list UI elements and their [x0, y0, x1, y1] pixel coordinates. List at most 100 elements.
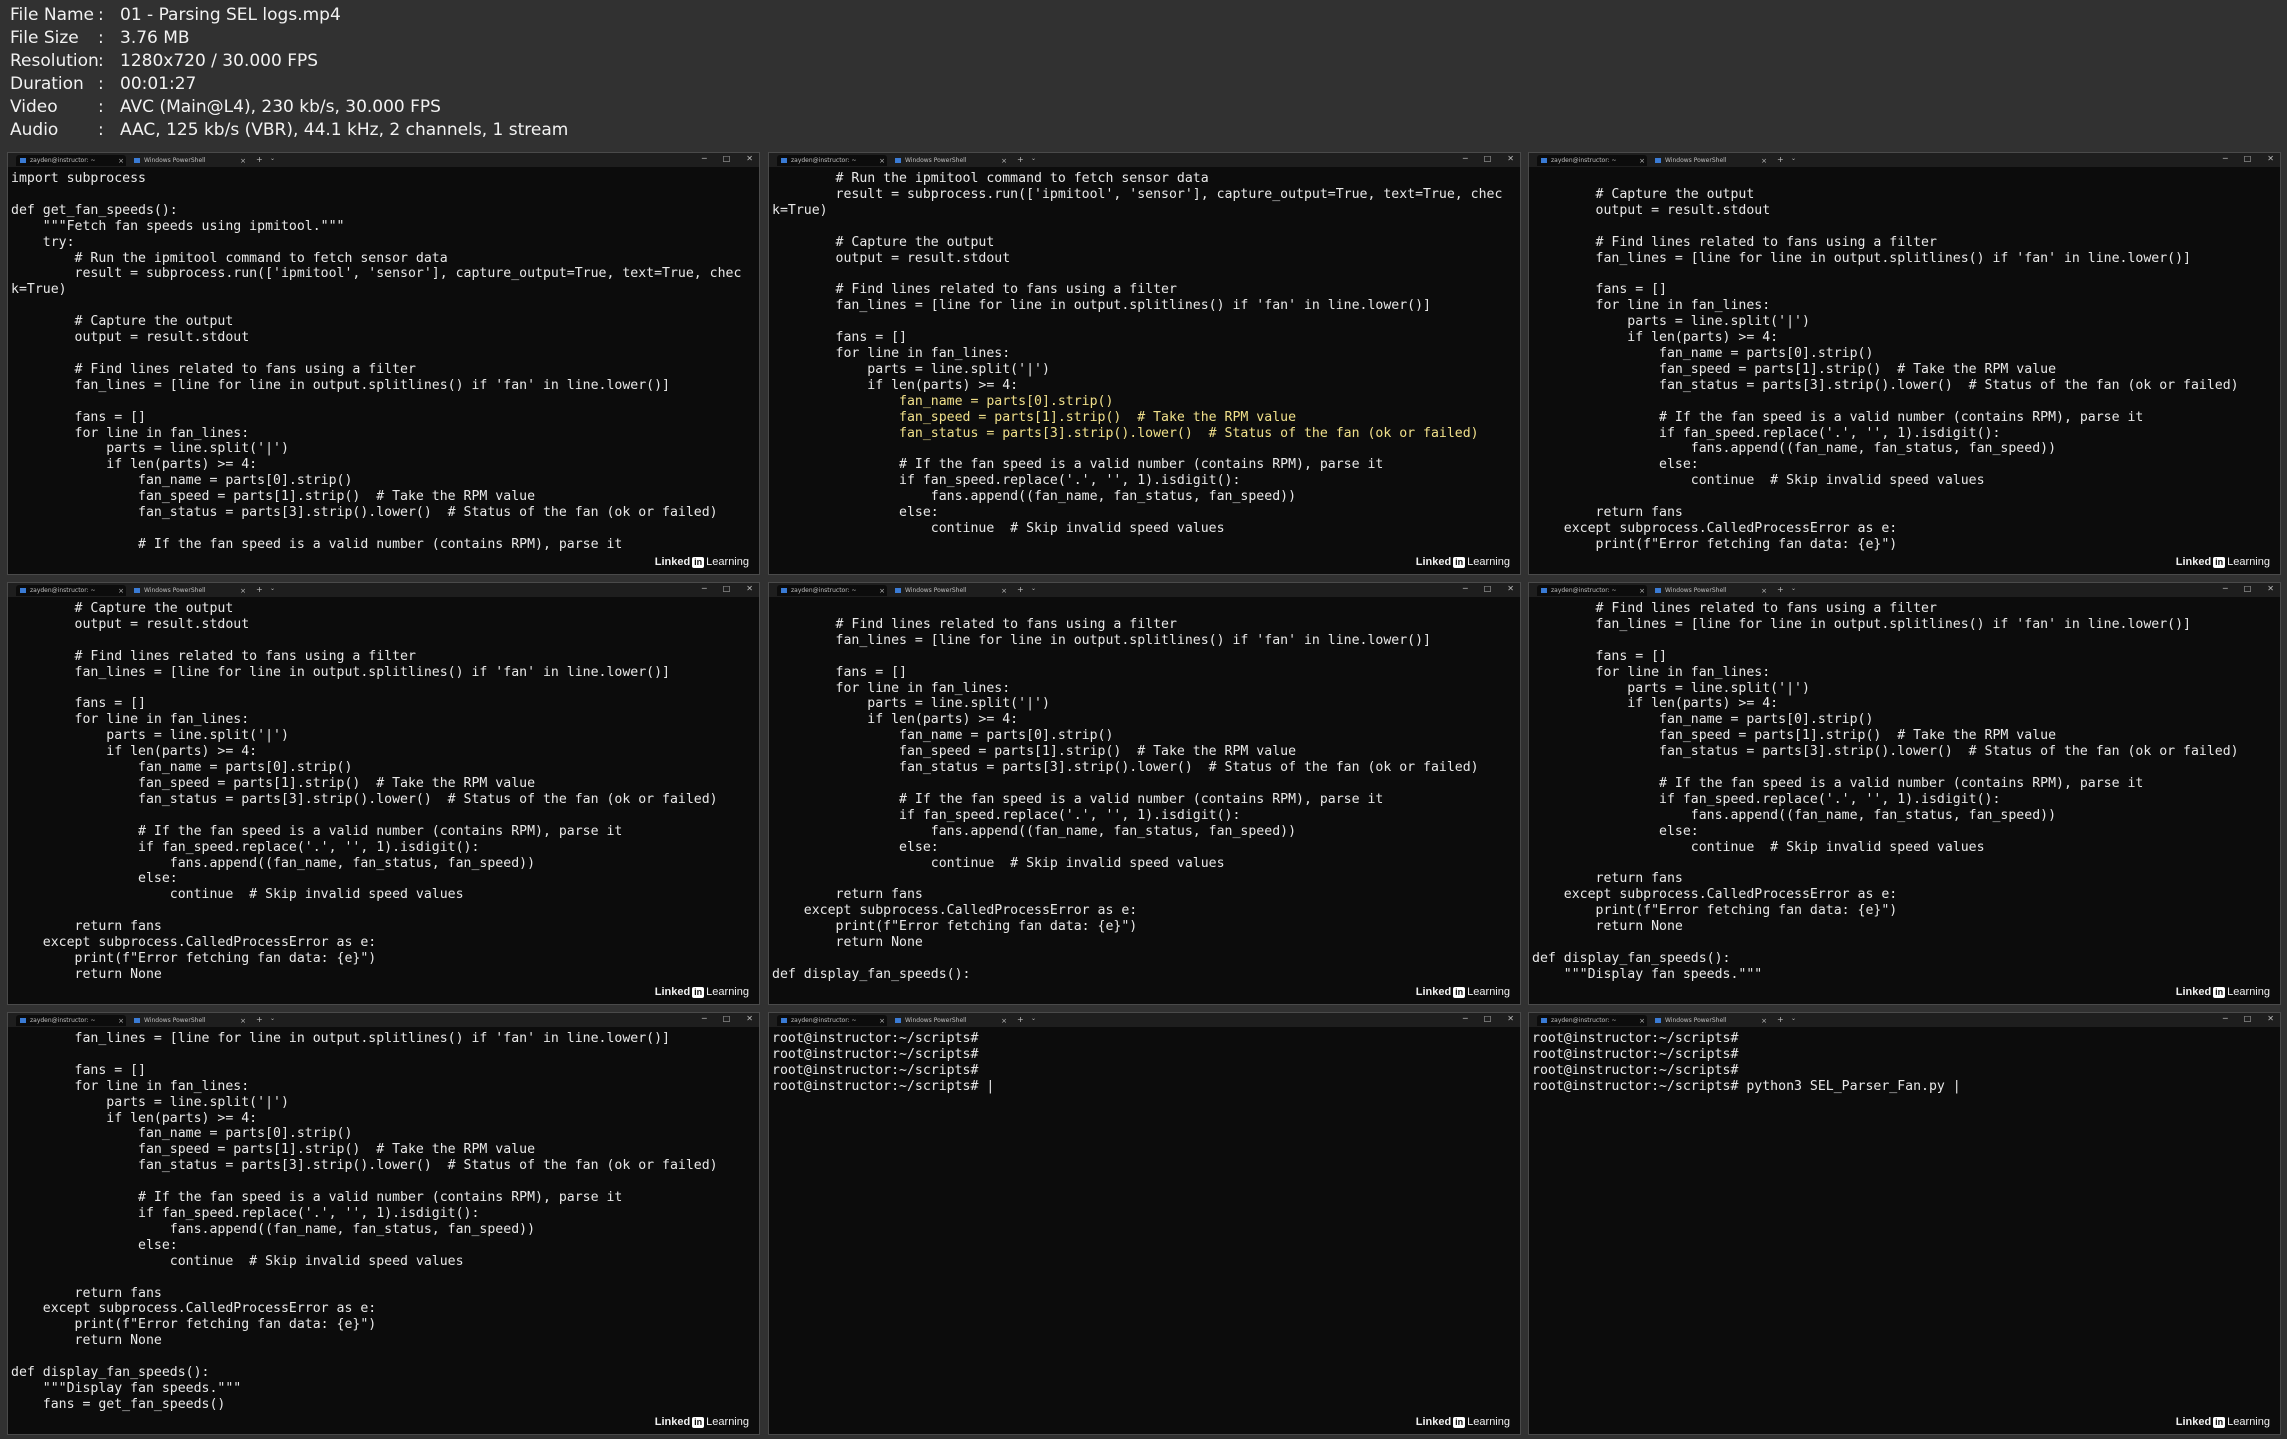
- tab-ubuntu[interactable]: zayden@instructor: ~ ×: [777, 585, 887, 596]
- tab-powershell[interactable]: Windows PowerShell ×: [1651, 155, 1769, 166]
- minimize-icon[interactable]: ─: [702, 1014, 707, 1023]
- new-tab-icon[interactable]: +: [1017, 585, 1024, 594]
- tab-close-icon[interactable]: ×: [877, 1017, 887, 1025]
- maximize-icon[interactable]: □: [1484, 584, 1492, 593]
- tab-dropdown-icon[interactable]: ⌄: [270, 585, 275, 592]
- tab-close-icon[interactable]: ×: [877, 157, 887, 165]
- maximize-icon[interactable]: □: [723, 1014, 731, 1023]
- maximize-icon[interactable]: □: [2244, 1014, 2252, 1023]
- tab-dropdown-icon[interactable]: ⌄: [270, 1015, 275, 1022]
- new-tab-icon[interactable]: +: [1017, 1015, 1024, 1024]
- minimize-icon[interactable]: ─: [2223, 154, 2228, 163]
- window-close-icon[interactable]: ✕: [1507, 1014, 1514, 1023]
- minimize-icon[interactable]: ─: [702, 154, 707, 163]
- terminal-output[interactable]: # Find lines related to fans using a fil…: [769, 597, 1520, 983]
- tab-dropdown-icon[interactable]: ⌄: [1791, 1015, 1796, 1022]
- new-tab-icon[interactable]: +: [1777, 585, 1784, 594]
- terminal-output[interactable]: import subprocess def get_fan_speeds(): …: [8, 167, 759, 553]
- maximize-icon[interactable]: □: [2244, 154, 2252, 163]
- terminal-output[interactable]: # Capture the output output = result.std…: [8, 597, 759, 983]
- new-tab-icon[interactable]: +: [256, 1015, 263, 1024]
- maximize-icon[interactable]: □: [1484, 1014, 1492, 1023]
- code-line: if len(parts) >= 4:: [1532, 696, 1779, 712]
- tab-dropdown-icon[interactable]: ⌄: [1791, 155, 1796, 162]
- tab-powershell[interactable]: Windows PowerShell ×: [891, 585, 1009, 596]
- minimize-icon[interactable]: ─: [1463, 154, 1468, 163]
- minimize-icon[interactable]: ─: [2223, 584, 2228, 593]
- tab-close-icon[interactable]: ×: [1637, 587, 1647, 595]
- terminal-output[interactable]: # Find lines related to fans using a fil…: [1529, 597, 2280, 983]
- tab-close-icon[interactable]: ×: [116, 1017, 126, 1025]
- window-close-icon[interactable]: ✕: [1507, 154, 1514, 163]
- terminal-output[interactable]: # Capture the output output = result.std…: [1529, 167, 2280, 553]
- tab-close-icon[interactable]: ×: [116, 587, 126, 595]
- minimize-icon[interactable]: ─: [1463, 584, 1468, 593]
- logo-text-linked: Linked: [2175, 986, 2212, 998]
- code-line: root@instructor:~/scripts#: [772, 1046, 979, 1062]
- window-close-icon[interactable]: ✕: [746, 584, 753, 593]
- tab-close-icon[interactable]: ×: [238, 587, 248, 595]
- code-line: # Find lines related to fans using a fil…: [1532, 601, 1937, 616]
- code-line: # If the fan speed is a valid number (co…: [772, 457, 1384, 473]
- tab-close-icon[interactable]: ×: [238, 1017, 248, 1025]
- tab-ubuntu[interactable]: zayden@instructor: ~ ×: [1537, 585, 1647, 596]
- window-close-icon[interactable]: ✕: [746, 1014, 753, 1023]
- tab-powershell[interactable]: Windows PowerShell ×: [891, 1015, 1009, 1026]
- tab-dropdown-icon[interactable]: ⌄: [1031, 155, 1036, 162]
- code-line: # If the fan speed is a valid number (co…: [1532, 409, 2144, 425]
- tab-dropdown-icon[interactable]: ⌄: [1031, 585, 1036, 592]
- tab-ubuntu[interactable]: zayden@instructor: ~ ×: [1537, 1015, 1647, 1026]
- new-tab-icon[interactable]: +: [1017, 155, 1024, 164]
- code-line: else:: [1532, 457, 1699, 473]
- tab-ubuntu[interactable]: zayden@instructor: ~ ×: [16, 585, 126, 596]
- tab-close-icon[interactable]: ×: [999, 587, 1009, 595]
- tab-close-icon[interactable]: ×: [1759, 1017, 1769, 1025]
- maximize-icon[interactable]: □: [723, 584, 731, 593]
- new-tab-icon[interactable]: +: [256, 585, 263, 594]
- terminal-output[interactable]: fan_lines = [line for line in output.spl…: [8, 1027, 759, 1413]
- tab-close-icon[interactable]: ×: [999, 1017, 1009, 1025]
- tab-close-icon[interactable]: ×: [877, 587, 887, 595]
- window-close-icon[interactable]: ✕: [1507, 584, 1514, 593]
- maximize-icon[interactable]: □: [1484, 154, 1492, 163]
- tab-ubuntu[interactable]: zayden@instructor: ~ ×: [16, 155, 126, 166]
- tab-powershell[interactable]: Windows PowerShell ×: [891, 155, 1009, 166]
- maximize-icon[interactable]: □: [723, 154, 731, 163]
- new-tab-icon[interactable]: +: [1777, 155, 1784, 164]
- minimize-icon[interactable]: ─: [702, 584, 707, 593]
- new-tab-icon[interactable]: +: [256, 155, 263, 164]
- tab-powershell[interactable]: Windows PowerShell ×: [1651, 585, 1769, 596]
- window-close-icon[interactable]: ✕: [2267, 1014, 2274, 1023]
- tab-ubuntu[interactable]: zayden@instructor: ~ ×: [1537, 155, 1647, 166]
- tab-powershell[interactable]: Windows PowerShell ×: [130, 155, 248, 166]
- tab-powershell[interactable]: Windows PowerShell ×: [1651, 1015, 1769, 1026]
- tab-ubuntu[interactable]: zayden@instructor: ~ ×: [777, 155, 887, 166]
- tab-close-icon[interactable]: ×: [116, 157, 126, 165]
- tab-close-icon[interactable]: ×: [999, 157, 1009, 165]
- tab-close-icon[interactable]: ×: [1637, 1017, 1647, 1025]
- tab-close-icon[interactable]: ×: [238, 157, 248, 165]
- maximize-icon[interactable]: □: [2244, 584, 2252, 593]
- tab-close-icon[interactable]: ×: [1759, 157, 1769, 165]
- tab-dropdown-icon[interactable]: ⌄: [270, 155, 275, 162]
- tab-close-icon[interactable]: ×: [1759, 587, 1769, 595]
- terminal-output[interactable]: root@instructor:~/scripts# root@instruct…: [769, 1027, 1520, 1095]
- tab-close-icon[interactable]: ×: [1637, 157, 1647, 165]
- minimize-icon[interactable]: ─: [1463, 1014, 1468, 1023]
- terminal-output[interactable]: root@instructor:~/scripts# root@instruct…: [1529, 1027, 2280, 1095]
- window-close-icon[interactable]: ✕: [2267, 584, 2274, 593]
- minimize-icon[interactable]: ─: [2223, 1014, 2228, 1023]
- tab-ubuntu[interactable]: zayden@instructor: ~ ×: [16, 1015, 126, 1026]
- window-close-icon[interactable]: ✕: [746, 154, 753, 163]
- code-line: fan_status = parts[3].strip().lower() # …: [772, 425, 1479, 441]
- tab-dropdown-icon[interactable]: ⌄: [1031, 1015, 1036, 1022]
- code-line: def display_fan_speeds():: [11, 1365, 210, 1381]
- tab-ubuntu[interactable]: zayden@instructor: ~ ×: [777, 1015, 887, 1026]
- tab-dropdown-icon[interactable]: ⌄: [1791, 585, 1796, 592]
- new-tab-icon[interactable]: +: [1777, 1015, 1784, 1024]
- window-close-icon[interactable]: ✕: [2267, 154, 2274, 163]
- code-line: continue # Skip invalid speed values: [772, 855, 1225, 871]
- tab-powershell[interactable]: Windows PowerShell ×: [130, 1015, 248, 1026]
- tab-powershell[interactable]: Windows PowerShell ×: [130, 585, 248, 596]
- terminal-output[interactable]: # Run the ipmitool command to fetch sens…: [769, 167, 1520, 537]
